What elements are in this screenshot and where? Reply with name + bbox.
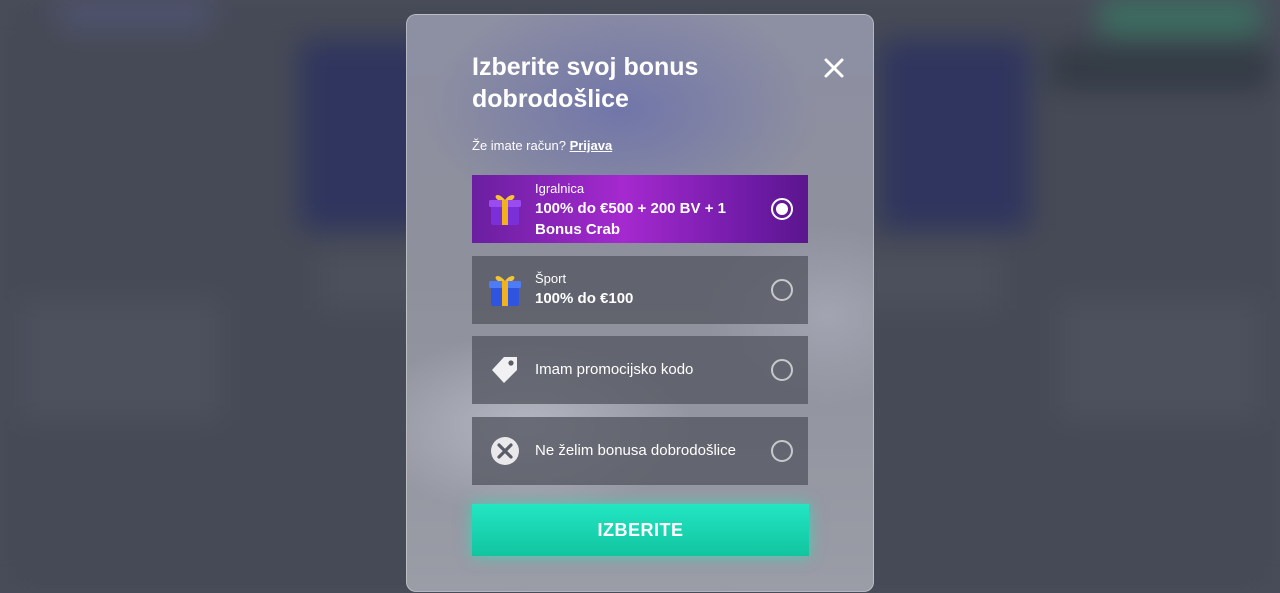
bonus-option-no-bonus[interactable]: Ne želim bonusa dobrodošlice	[472, 417, 808, 485]
login-link[interactable]: Prijava	[570, 138, 613, 153]
gift-purple-icon	[489, 194, 521, 225]
radio-button-selected[interactable]	[771, 198, 793, 220]
bonus-selection-modal: Izberite svoj bonus dobrodošlice Že imat…	[406, 14, 874, 592]
option-bonus-label: 100% do €500 + 200 BV + 1 Bonus Crab	[535, 200, 726, 238]
option-category-label: Igralnica	[535, 181, 585, 196]
no-bonus-x-icon	[491, 437, 519, 465]
radio-button[interactable]	[771, 440, 793, 462]
radio-button[interactable]	[771, 279, 793, 301]
login-prompt: Že imate račun? Prijava	[472, 138, 612, 153]
tag-icon	[492, 357, 517, 383]
login-prompt-text: Že imate račun?	[472, 138, 566, 153]
close-icon	[824, 58, 844, 78]
option-label: Ne želim bonusa dobrodošlice	[535, 442, 736, 459]
gift-blue-icon	[489, 275, 521, 306]
modal-title: Izberite svoj bonus dobrodošlice	[472, 53, 699, 113]
option-label: Imam promocijsko kodo	[535, 361, 694, 378]
bonus-option-sport[interactable]: Šport 100% do €100	[472, 256, 808, 324]
radio-button[interactable]	[771, 359, 793, 381]
close-button[interactable]	[821, 55, 847, 81]
option-bonus-label: 100% do €100	[535, 290, 634, 307]
bonus-option-casino[interactable]: Igralnica 100% do €500 + 200 BV + 1 Bonu…	[472, 175, 808, 243]
bonus-option-promo-code[interactable]: Imam promocijsko kodo	[472, 336, 808, 404]
option-category-label: Šport	[535, 271, 567, 286]
select-bonus-button[interactable]: IZBERITE	[472, 504, 809, 556]
